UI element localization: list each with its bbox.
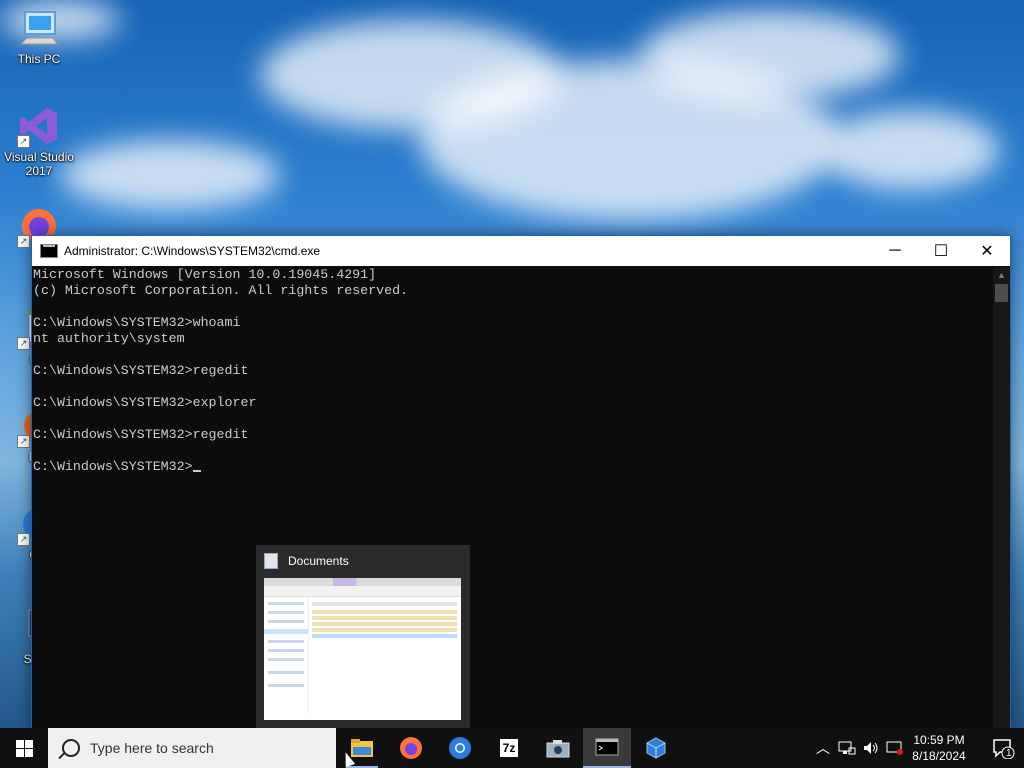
console-scrollbar[interactable]: ▲: [993, 267, 1010, 728]
start-button[interactable]: [0, 728, 48, 768]
console-line: C:\Windows\SYSTEM32>explorer: [33, 395, 257, 410]
windows-logo-icon: [15, 739, 33, 757]
action-tray-status[interactable]: [884, 728, 906, 768]
taskbar-thumbnail-preview[interactable]: Documents: [256, 545, 470, 728]
cmd-app-icon: [40, 244, 58, 258]
console-prompt: C:\Windows\SYSTEM32>: [33, 459, 193, 474]
taskbar-firefox[interactable]: [387, 728, 435, 768]
search-box[interactable]: Type here to search: [48, 728, 336, 768]
taskbar-network-tool[interactable]: [534, 728, 582, 768]
search-placeholder: Type here to search: [90, 740, 214, 756]
computer-icon: [17, 6, 61, 50]
taskbar-chrome[interactable]: [436, 728, 484, 768]
maximize-button[interactable]: ☐: [918, 236, 964, 266]
chrome-icon: [449, 737, 471, 759]
taskbar: Type here to search 7z ︿ 10:59 PM 8/18/2…: [0, 728, 1024, 768]
search-icon: [62, 739, 80, 757]
taskbar-7zip[interactable]: 7z: [485, 728, 533, 768]
clock-time: 10:59 PM: [913, 733, 965, 747]
taskbar-clock[interactable]: 10:59 PM 8/18/2024: [905, 732, 973, 764]
console-output[interactable]: Microsoft Windows [Version 10.0.19045.42…: [32, 267, 993, 727]
show-hidden-icons[interactable]: ︿: [814, 728, 832, 768]
desktop-icon-this-pc[interactable]: This PC: [4, 6, 74, 66]
console-prompt-line[interactable]: C:\Windows\SYSTEM32>: [33, 459, 993, 475]
shortcut-arrow-icon: ↗: [17, 435, 30, 448]
text-cursor: [192, 470, 201, 472]
console-line: nt authority\system: [33, 331, 185, 346]
console-line: (c) Microsoft Corporation. All rights re…: [33, 283, 409, 298]
scrollbar-thumb[interactable]: [995, 284, 1008, 302]
shortcut-arrow-icon: ↗: [17, 337, 30, 350]
shortcut-arrow-icon: ↗: [17, 135, 30, 148]
close-button[interactable]: ✕: [964, 236, 1010, 266]
scroll-up-icon[interactable]: ▲: [993, 267, 1010, 284]
preview-title: Documents: [288, 554, 349, 568]
cmd-title: Administrator: C:\Windows\SYSTEM32\cmd.e…: [64, 244, 321, 258]
shortcut-arrow-icon: ↗: [17, 533, 30, 546]
notification-count: 1: [1006, 748, 1012, 759]
clock-date: 8/18/2024: [912, 749, 966, 763]
console-line: C:\Windows\SYSTEM32>regedit: [33, 427, 249, 442]
document-icon: [264, 553, 278, 569]
cmd-icon: [595, 738, 619, 756]
firefox-icon: [400, 737, 422, 759]
network-icon: [838, 741, 856, 755]
camera-icon: [546, 740, 570, 758]
7zip-icon: 7z: [499, 739, 519, 757]
taskbar-cmd[interactable]: [583, 728, 631, 768]
console-line: C:\Windows\SYSTEM32>regedit: [33, 363, 249, 378]
speaker-icon: [864, 742, 878, 754]
cmd-window[interactable]: Administrator: C:\Windows\SYSTEM32\cmd.e…: [31, 235, 1011, 730]
chevron-up-icon: ︿: [816, 740, 830, 756]
cmd-titlebar[interactable]: Administrator: C:\Windows\SYSTEM32\cmd.e…: [32, 236, 1010, 266]
monitor-alert-icon: [886, 741, 903, 755]
folder-icon: [351, 739, 373, 757]
desktop-icon-visual-studio[interactable]: ↗ Visual Studio 2017: [4, 104, 74, 178]
volume-control[interactable]: [860, 728, 882, 768]
cube-icon: [646, 737, 666, 759]
console-line: C:\Windows\SYSTEM32>whoami: [33, 315, 241, 330]
taskbar-cube-app[interactable]: [632, 728, 680, 768]
console-line: Microsoft Windows [Version 10.0.19045.42…: [33, 267, 377, 282]
visual-studio-icon: ↗: [17, 104, 61, 148]
notification-center-button[interactable]: 1: [982, 728, 1024, 768]
preview-thumbnail-image: [264, 578, 461, 720]
shortcut-arrow-icon: ↗: [17, 235, 30, 248]
network-status[interactable]: [836, 728, 858, 768]
minimize-button[interactable]: ─: [872, 236, 918, 266]
